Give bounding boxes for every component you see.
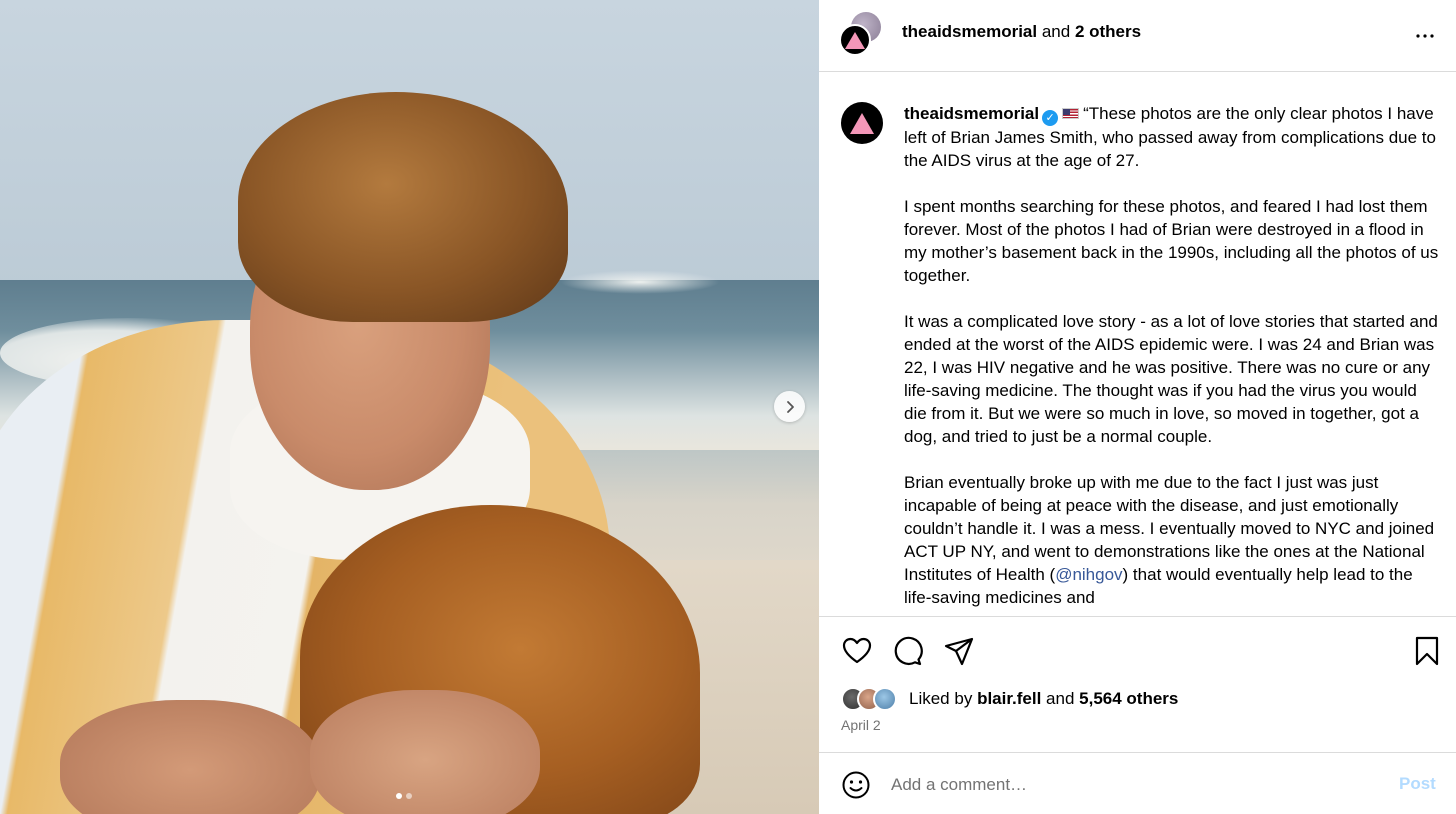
like-button[interactable] [841, 635, 873, 667]
mention-link[interactable]: @nihgov [1055, 565, 1122, 584]
comment-icon [894, 636, 923, 666]
caption-username[interactable]: theaidsmemorial [904, 104, 1039, 123]
emoji-button[interactable] [841, 770, 871, 805]
likes-and: and [1046, 689, 1075, 708]
aids-memorial-logo [845, 31, 865, 49]
caption-scroll-area[interactable]: theaidsmemorial ✓ “These photos are the on… [819, 72, 1456, 616]
liker-username[interactable]: blair.fell [977, 689, 1041, 709]
liker-avatars [841, 687, 907, 711]
avatar [839, 24, 871, 56]
photo-hand [310, 690, 540, 814]
post-comment-button[interactable]: Post [1399, 774, 1436, 794]
carousel-indicator [396, 793, 412, 799]
chevron-right-icon [786, 400, 794, 413]
bookmark-icon [1415, 636, 1439, 666]
avatar [873, 687, 897, 711]
photo-hand [60, 700, 320, 814]
post-header: theaidsmemorial and 2 others [819, 0, 1456, 72]
us-flag-icon [1062, 108, 1080, 119]
carousel-dot-active [396, 793, 402, 799]
likes-count-link[interactable]: 5,564 others [1079, 689, 1178, 709]
post-actions: Liked by blair.fell and 5,564 others Apr… [819, 616, 1456, 753]
comment-button[interactable] [891, 635, 923, 667]
author-username[interactable]: theaidsmemorial [902, 22, 1037, 41]
collab-avatars[interactable] [839, 12, 883, 56]
heart-icon [842, 637, 872, 664]
likes-summary: Liked by blair.fell and 5,564 others [841, 687, 1178, 711]
caption-paragraph: It was a complicated love story - as a l… [904, 312, 1438, 446]
share-button[interactable] [943, 635, 975, 667]
caption-paragraph: theaidsmemorial ✓ “These photos are the on… [904, 102, 1444, 172]
collaborators-link[interactable]: 2 others [1075, 22, 1141, 41]
likes-prefix: Liked by [909, 689, 973, 708]
comment-input[interactable] [891, 773, 1371, 797]
caption-paragraph: I spent months searching for these photo… [904, 197, 1439, 285]
carousel-next-button[interactable] [774, 391, 805, 422]
emoji-icon [842, 771, 870, 799]
more-options-button[interactable] [1413, 24, 1437, 54]
caption-paragraph: Brian eventually broke up with me due to… [904, 471, 1444, 609]
author-and: and [1041, 22, 1071, 41]
post-date[interactable]: April 2 [841, 717, 881, 733]
more-horizontal-icon [1416, 34, 1434, 38]
comment-composer: Post [819, 753, 1456, 814]
post-sidebar: theaidsmemorial and 2 others theaidsmemo… [819, 0, 1456, 814]
post-photo[interactable] [0, 0, 819, 814]
avatar[interactable] [841, 102, 883, 144]
save-button[interactable] [1411, 635, 1443, 667]
post-caption: theaidsmemorial ✓ “These photos are the on… [904, 102, 1444, 616]
carousel-dot [406, 793, 412, 799]
share-icon [944, 637, 974, 666]
post-author-line: theaidsmemorial and 2 others [902, 22, 1141, 42]
verified-badge-icon: ✓ [1042, 110, 1059, 126]
aids-memorial-logo [850, 112, 874, 134]
photo-wave [560, 270, 720, 294]
